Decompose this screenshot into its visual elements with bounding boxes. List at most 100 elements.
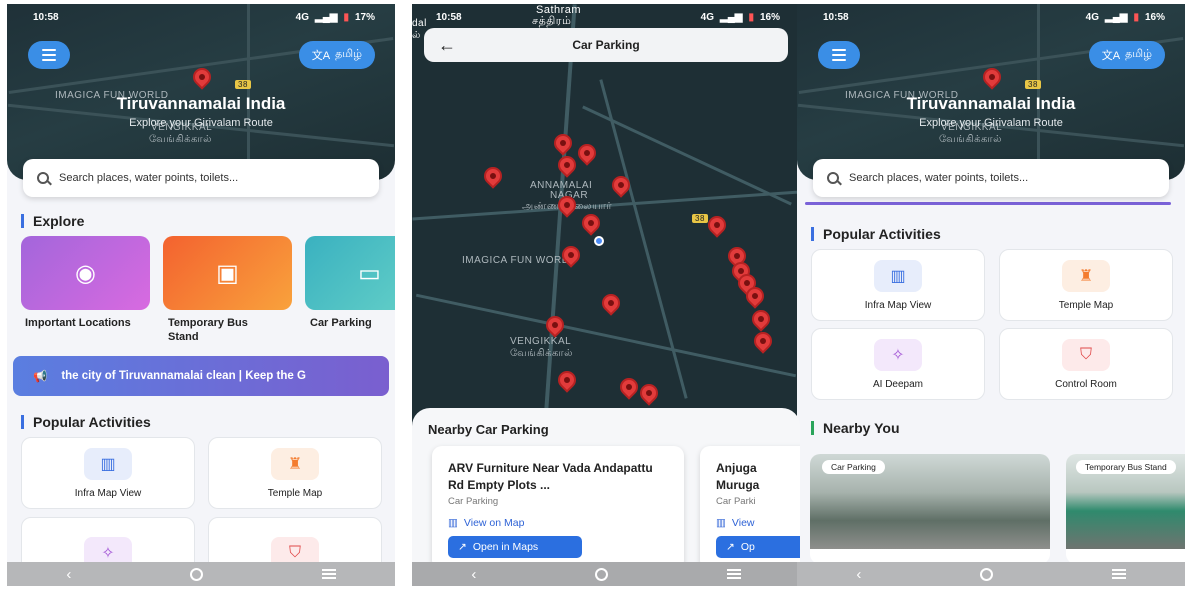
activity-label: Infra Map View [74,487,142,499]
explore-label: Important Locations [25,317,131,329]
parking-pin[interactable] [542,312,568,338]
hero-map: IMAGICA FUN WORLD VENGIKKAL வேங்கிக்கால்… [7,4,395,180]
activity-infra-map-view[interactable]: ▥ Infra Map View [811,249,985,321]
parking-pin[interactable] [704,212,730,238]
battery-icon: ▮ [343,11,349,23]
nearby-card[interactable]: Car Parking [810,454,1050,564]
parking-card[interactable]: Anjuga Muruga Car Parki ▥ View ↗ Op [700,446,800,562]
parking-name: Anjuga Muruga [716,461,760,492]
parking-pin[interactable] [554,152,580,178]
nearby-you-title: Nearby You [811,421,900,435]
home-screen: IMAGICA FUN WORLD VENGIKKAL வேங்கிக்கால்… [7,4,395,586]
home-nav-icon[interactable] [979,567,993,581]
parking-pin[interactable] [578,210,604,236]
parking-card[interactable]: ARV Furniture Near Vada Andapattu Rd Emp… [432,446,684,562]
menu-button[interactable] [28,41,70,69]
parking-pin[interactable] [598,290,624,316]
page-title: Car Parking [572,38,640,52]
signal-icon: ▂▄▆ [315,11,338,23]
nearby-card[interactable]: Temporary Bus Stand [1066,454,1185,564]
activity-temple-map[interactable]: ♜ Temple Map [999,249,1173,321]
home-nav-icon[interactable] [594,567,608,581]
search-placeholder: Search places, water points, toilets... [59,172,239,184]
search-input[interactable]: Search places, water points, toilets... [813,159,1169,197]
map-label-left-edge-ta: ல் [412,30,421,41]
back-arrow-icon[interactable]: ← [438,35,456,56]
megaphone-icon: 📢 [33,371,48,383]
home-screen-scrolled: IMAGICA FUN WORLD VENGIKKAL வேங்கிக்கால்… [797,4,1185,586]
back-nav-icon[interactable]: ‹ [66,566,71,583]
status-time: 10:58 [33,11,59,23]
parking-pin[interactable] [480,163,506,189]
external-link-icon: ↗ [726,541,735,553]
language-button[interactable]: 文A தமிழ் [298,41,375,69]
parking-top-bar: ← Car Parking [424,28,788,62]
explore-bus-stand[interactable]: ▣ [163,236,292,310]
map-label-vengikkal-ta: வேங்கிக்கால் [510,348,573,359]
car-parking-screen: Sathram சத்திரம் dal ல் ANNAMALAI NAGAR … [412,4,800,586]
view-on-map-link[interactable]: ▥ View on Map [448,517,668,529]
nearby-parking-sheet[interactable]: Nearby Car Parking ARV Furniture Near Va… [412,408,800,562]
parking-pin[interactable] [748,306,774,332]
status-bar: 10:58 4G ▂▄▆ ▮ 16% [412,4,800,30]
open-in-maps-button[interactable]: ↗ Open in Maps [448,536,582,558]
battery-level: 16% [1144,11,1165,23]
explore-car-parking[interactable]: ▭ [305,236,395,310]
network-label: 4G [1085,11,1099,23]
battery-icon: ▮ [748,11,754,23]
translate-icon: 文A [311,50,331,62]
temple-icon: ♜ [271,447,319,480]
hero-map: IMAGICA FUN WORLD VENGIKKAL வேங்கிக்கால்… [797,4,1185,180]
parking-pin[interactable] [550,130,576,156]
parking-pin[interactable] [574,140,600,166]
battery-icon: ▮ [1133,11,1139,23]
activity-label: Temple Map [267,487,323,499]
parking-pin[interactable] [554,367,580,393]
activity-control-room[interactable]: ⛉ Control Room [999,328,1173,400]
activity-ai-deepam[interactable]: ✧ AI Deepam [811,328,985,400]
recents-nav-icon[interactable] [1111,569,1126,579]
hamburger-icon [832,49,846,51]
battery-level: 17% [354,11,375,23]
recents-nav-icon[interactable] [726,569,741,579]
back-nav-icon[interactable]: ‹ [856,566,861,583]
status-bar: 10:58 4G ▂▄▆ ▮ 17% [7,4,395,30]
home-nav-icon[interactable] [189,567,203,581]
back-nav-icon[interactable]: ‹ [471,566,476,583]
bus-icon: ▣ [216,259,239,287]
parking-type: Car Parki [716,496,756,507]
search-icon [37,172,49,184]
open-in-maps-button[interactable]: ↗ Op [716,536,800,558]
menu-button[interactable] [818,41,860,69]
explore-important-locations[interactable]: ◉ [21,236,150,310]
search-icon [827,172,839,184]
language-button[interactable]: 文A தமிழ் [1088,41,1165,69]
language-label: தமிழ் [335,48,362,60]
banner-edge [805,202,1171,205]
sparkle-icon: ✧ [874,338,922,371]
current-location-dot [594,236,604,246]
announcement-banner[interactable]: 📢 the city of Tiruvannamalai clean | Keep… [13,356,389,396]
system-nav-bar: ‹ [412,562,800,586]
hero-subtitle: Explore your Girivalam Route [129,117,273,129]
system-nav-bar: ‹ [7,562,395,586]
hero-title: Tiruvannamalai India [116,94,286,113]
activity-infra-map-view[interactable]: ▥ Infra Map View [21,437,195,509]
view-on-map-label: View on Map [463,517,525,529]
map-icon: ▥ [448,517,458,529]
status-time: 10:58 [436,11,462,23]
search-input[interactable]: Search places, water points, toilets... [23,159,379,197]
explore-title: Explore [21,214,84,228]
translate-icon: 文A [1101,50,1121,62]
activity-temple-map[interactable]: ♜ Temple Map [208,437,382,509]
parking-pin[interactable] [750,328,776,354]
search-placeholder: Search places, water points, toilets... [849,172,1029,184]
parking-pin[interactable] [616,374,642,400]
activity-label: Infra Map View [864,299,932,311]
recents-nav-icon[interactable] [321,569,336,579]
road-number-label: 38 [1025,80,1041,89]
explore-label: Temporary Bus Stand [168,317,248,343]
map-label-vengikkal: VENGIKKAL [510,336,572,347]
parking-pin[interactable] [636,380,662,406]
view-on-map-link[interactable]: ▥ View [716,517,800,529]
